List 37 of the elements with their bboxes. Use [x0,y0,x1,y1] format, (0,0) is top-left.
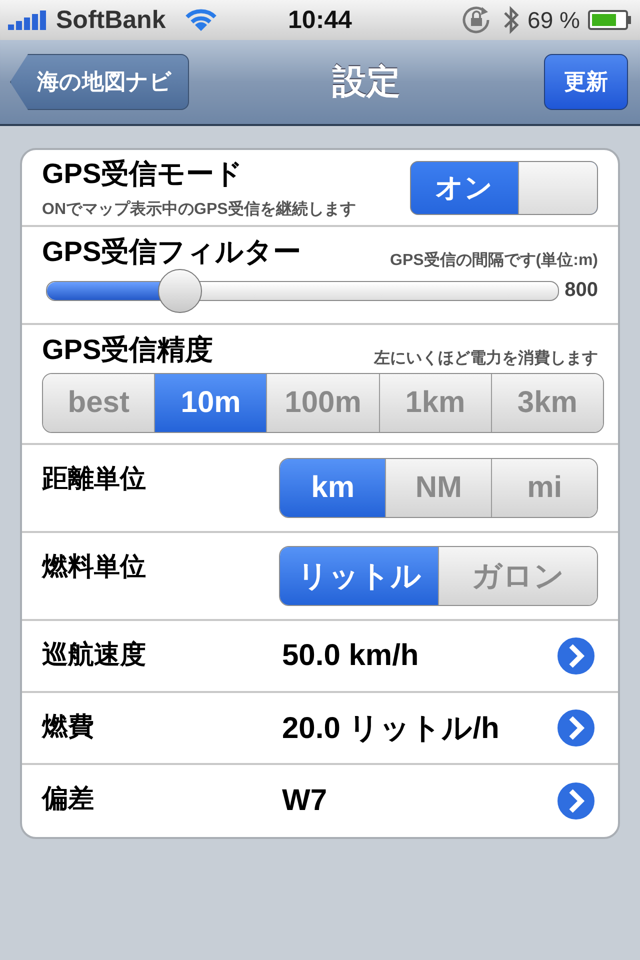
setting-description: ONでマップ表示中のGPS受信を継続します [42,199,356,220]
segment-option[interactable]: 1km [378,374,491,432]
setting-description: 左にいくほど電力を消費します [374,348,598,369]
segment-option[interactable]: リットル [280,547,438,605]
setting-label: 燃費 [42,710,95,743]
setting-value: W7 [282,784,328,818]
setting-label: GPS受信フィルター [42,235,302,269]
segment-option[interactable]: 10m [154,374,266,432]
bluetooth-icon [502,5,520,35]
setting-description: GPS受信の間隔です(単位:m) [390,250,598,271]
refresh-button[interactable]: 更新 [544,54,628,110]
setting-value: 20.0 リットル/h [282,710,500,746]
nav-title: 設定 [332,62,400,103]
signal-icon [8,10,48,30]
wifi-icon [184,7,218,33]
setting-label: GPS受信精度 [42,333,214,367]
segment-option[interactable]: best [43,374,154,432]
segment-option[interactable]: 100m [266,374,379,432]
segment-option[interactable]: NM [385,459,492,517]
setting-label: 燃料単位 [42,550,147,583]
slider-value: 800 [564,279,598,302]
setting-label: 巡航速度 [42,638,147,671]
back-button[interactable]: 海の地図ナビ [10,54,189,110]
slider-thumb[interactable] [158,268,202,312]
segment-option[interactable]: 3km [490,374,603,432]
segment-option[interactable]: km [280,459,386,517]
carrier-name: SoftBank [56,6,166,34]
segment-option[interactable]: mi [491,459,597,517]
setting-value: 50.0 km/h [282,639,420,673]
toggle-switch[interactable]: オン [410,160,598,214]
battery-icon [588,9,632,31]
setting-label: GPS受信モード [42,157,244,191]
status-time: 10:44 [288,6,352,34]
segment-option[interactable]: ガロン [438,547,597,605]
setting-label: 距離単位 [42,462,147,495]
setting-label: 偏差 [42,782,95,815]
battery-percent: 69 % [528,6,580,34]
